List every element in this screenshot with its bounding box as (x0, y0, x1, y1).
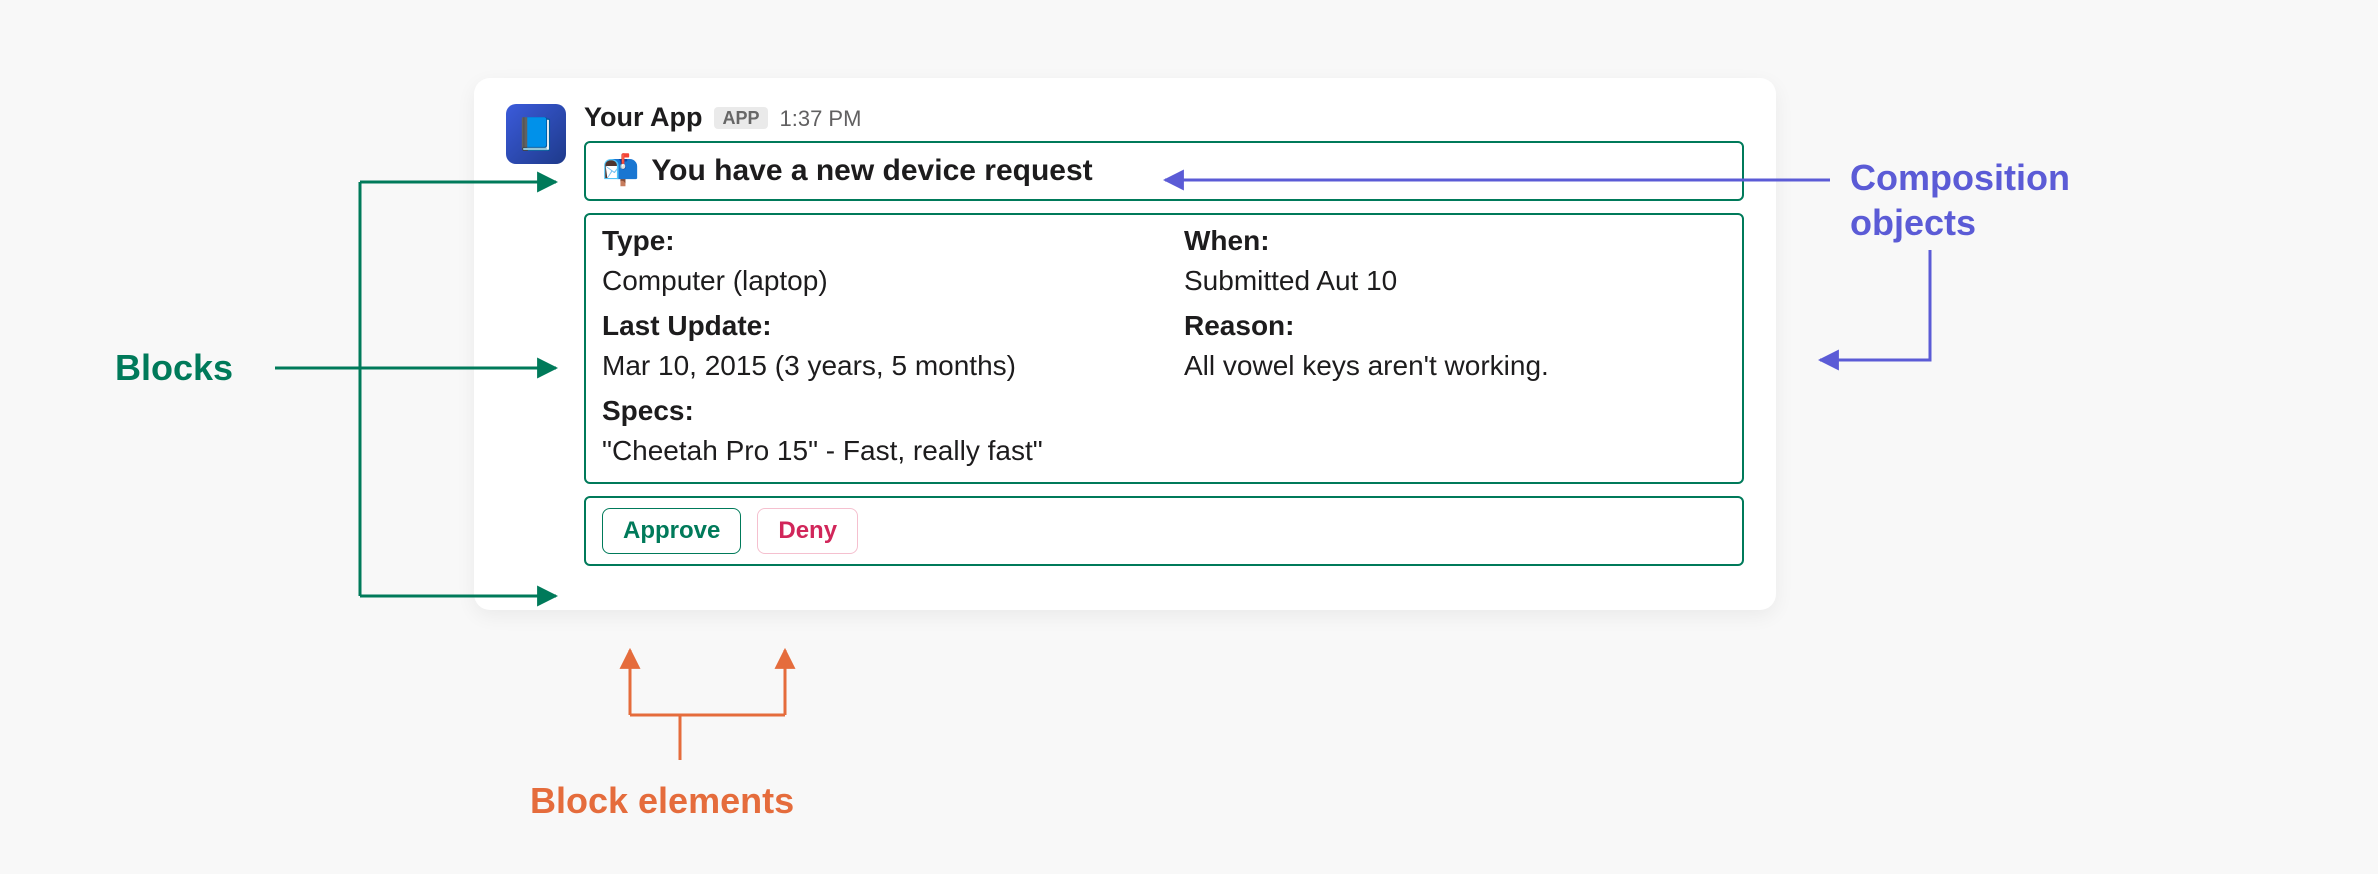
field-label: Type: (602, 221, 1144, 262)
field-label: Specs: (602, 391, 1144, 432)
header-block-title: You have a new device request (651, 149, 1092, 193)
mailbox-icon: 📬 (602, 149, 639, 193)
fields-column-left: Type: Computer (laptop) Last Update: Mar… (602, 221, 1144, 477)
section-block: Type: Computer (laptop) Last Update: Mar… (584, 213, 1744, 485)
annotation-blocks-label: Blocks (115, 345, 233, 390)
actions-block: Approve Deny (584, 496, 1744, 566)
annotation-block-elements-label: Block elements (530, 778, 794, 823)
field-value: All vowel keys aren't working. (1184, 346, 1726, 387)
message-timestamp: 1:37 PM (780, 108, 862, 130)
field-value: "Cheetah Pro 15" - Fast, really fast" (602, 431, 1144, 472)
field-label: Last Update: (602, 306, 1144, 347)
app-avatar: 📘 (506, 104, 566, 164)
field-value: Submitted Aut 10 (1184, 261, 1726, 302)
fields-column-right: When: Submitted Aut 10 Reason: All vowel… (1184, 221, 1726, 477)
field-value: Computer (laptop) (602, 261, 1144, 302)
deny-button[interactable]: Deny (757, 508, 858, 554)
message-card: 📘 Your App APP 1:37 PM 📬 You have a new … (474, 78, 1776, 610)
annotation-composition-line2: objects (1850, 200, 2070, 245)
field-label: Reason: (1184, 306, 1726, 347)
annotation-composition-line1: Composition (1850, 155, 2070, 200)
header-block: 📬 You have a new device request (584, 141, 1744, 201)
avatar-icon: 📘 (516, 115, 556, 153)
message-meta: Your App APP 1:37 PM (584, 104, 1744, 131)
app-name: Your App (584, 104, 702, 131)
app-badge: APP (714, 107, 767, 129)
annotation-arrow-block-elements (630, 650, 785, 760)
field-label: When: (1184, 221, 1726, 262)
field-value: Mar 10, 2015 (3 years, 5 months) (602, 346, 1144, 387)
approve-button[interactable]: Approve (602, 508, 741, 554)
annotation-composition-label: Composition objects (1850, 155, 2070, 245)
